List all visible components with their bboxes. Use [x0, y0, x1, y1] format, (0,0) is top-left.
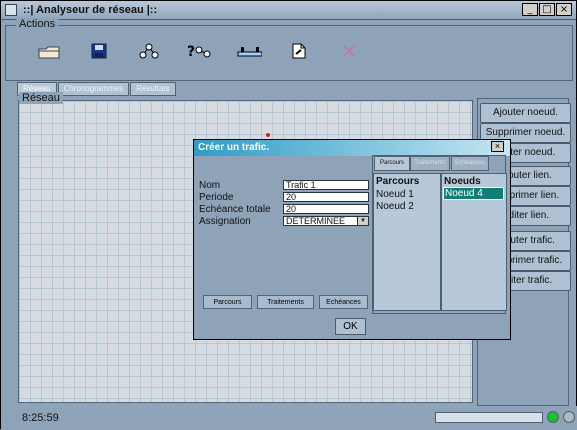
- link-icon[interactable]: [236, 38, 262, 64]
- list-item[interactable]: Noeud 2: [376, 201, 414, 212]
- save-icon[interactable]: [86, 38, 112, 64]
- traffic-icon[interactable]: ?: [186, 38, 212, 64]
- title-bar[interactable]: ::| Analyseur de réseau |:: _ □ ×: [1, 1, 576, 20]
- list-item[interactable]: Noeud 4: [443, 187, 504, 200]
- add-node-button[interactable]: Ajouter noeud.: [480, 103, 571, 123]
- parcours-list[interactable]: Parcours Noeud 1 Noeud 2: [373, 173, 441, 311]
- period-field[interactable]: 20: [283, 192, 369, 202]
- toolbar: ?: [36, 38, 362, 64]
- window-title: ::| Analyseur de réseau |::: [23, 4, 158, 16]
- total-deadline-field[interactable]: 20: [283, 204, 369, 214]
- total-deadline-label: Echéance totale: [199, 204, 271, 215]
- dialog-close-button[interactable]: ×: [491, 141, 504, 152]
- inner-tab-echeances[interactable]: Echéances: [451, 156, 489, 171]
- document-icon[interactable]: [286, 38, 312, 64]
- actions-group: Actions ?: [5, 18, 573, 81]
- minimize-button[interactable]: _: [522, 3, 538, 16]
- window-controls: _ □ ×: [522, 3, 572, 16]
- app-icon: [5, 4, 17, 16]
- bottom-tab-traitements[interactable]: Traitements: [257, 295, 314, 309]
- tab-resultats[interactable]: Résultats: [130, 82, 176, 96]
- inner-tab-traitements[interactable]: Traitements: [410, 156, 450, 171]
- bottom-tab-echeances[interactable]: Echéances: [319, 295, 368, 309]
- close-button[interactable]: ×: [556, 3, 572, 16]
- assignment-select-value: DETERMINEE: [286, 216, 346, 226]
- noeuds-list[interactable]: Noeuds Noeud 4: [441, 173, 507, 311]
- status-led-green: [547, 411, 559, 423]
- noeuds-header: Noeuds: [444, 176, 481, 187]
- name-label: Nom: [199, 180, 221, 191]
- assignment-label: Assignation: [199, 216, 251, 227]
- node-marker[interactable]: [266, 133, 270, 137]
- maximize-button[interactable]: □: [539, 3, 555, 16]
- period-label: Periode: [199, 192, 234, 203]
- route-panel: Parcours Traitements Echéances Parcours …: [372, 155, 507, 314]
- svg-text:?: ?: [187, 44, 195, 60]
- ok-button[interactable]: OK: [335, 318, 366, 335]
- progress-bar: [435, 412, 543, 423]
- bottom-tab-parcours[interactable]: Parcours: [203, 295, 252, 309]
- status-led-gray: [563, 411, 575, 423]
- delete-icon[interactable]: [336, 38, 362, 64]
- assignment-select[interactable]: DETERMINEE ▼: [283, 216, 369, 226]
- parcours-header: Parcours: [376, 176, 420, 187]
- open-folder-icon[interactable]: [36, 38, 62, 64]
- actions-label: Actions: [16, 18, 59, 30]
- dialog-title: Créer un trafic.: [198, 142, 270, 153]
- status-bar: 8:25:59: [1, 406, 577, 430]
- network-label: Réseau: [19, 92, 63, 104]
- dialog-title-bar[interactable]: Créer un trafic.: [194, 140, 510, 156]
- list-item[interactable]: Noeud 1: [376, 189, 414, 200]
- tab-chronogrammes[interactable]: Chronogrammes: [57, 82, 130, 96]
- inner-tab-parcours[interactable]: Parcours: [374, 156, 410, 171]
- clock-text: 8:25:59: [22, 412, 59, 424]
- chevron-down-icon[interactable]: ▼: [357, 217, 368, 225]
- app-window: ::| Analyseur de réseau |:: _ □ × Action…: [0, 0, 577, 430]
- name-field[interactable]: Trafic 1: [283, 180, 369, 190]
- node-network-icon[interactable]: [136, 38, 162, 64]
- create-traffic-dialog: Créer un trafic. × Nom Trafic 1 Periode …: [193, 139, 511, 340]
